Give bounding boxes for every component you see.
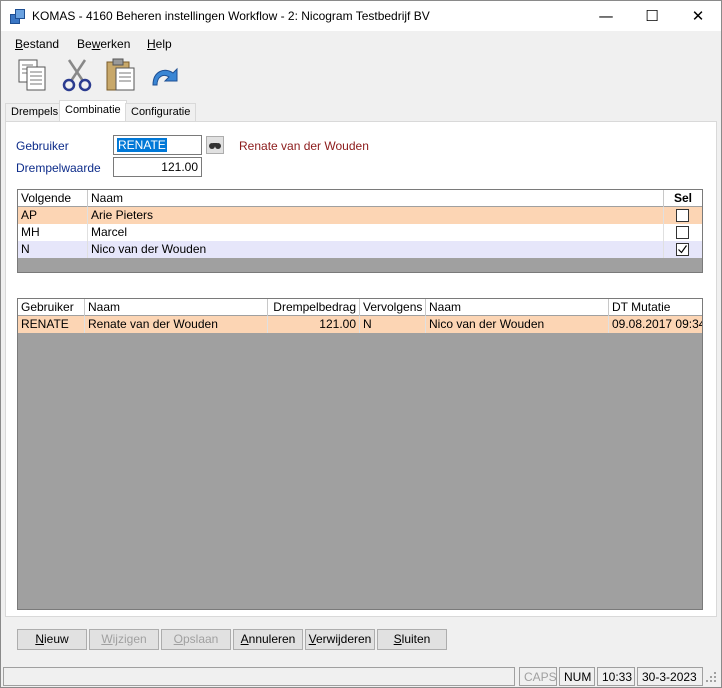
drempelwaarde-label: Drempelwaarde <box>16 161 101 175</box>
cell-naam: Renate van der Wouden <box>85 316 268 333</box>
col-drempelbedrag[interactable]: Drempelbedrag <box>268 299 360 316</box>
cut-icon[interactable] <box>59 57 95 93</box>
sel-checkbox-checked[interactable] <box>676 243 689 256</box>
gebruiker-label: Gebruiker <box>16 139 69 153</box>
undo-icon[interactable] <box>147 57 183 93</box>
cell-drempelbedrag: 121.00 <box>268 316 360 333</box>
sel-checkbox[interactable] <box>676 209 689 222</box>
wijzigen-button[interactable]: Wijzigen <box>89 629 159 650</box>
close-button[interactable]: ✕ <box>675 1 721 31</box>
table-row[interactable]: MH Marcel <box>18 224 702 241</box>
menu-help[interactable]: Help <box>147 37 172 51</box>
combinatie-grid-header: Gebruiker Naam Drempelbedrag Vervolgens … <box>18 299 702 316</box>
maximize-button[interactable]: ☐ <box>629 1 675 31</box>
table-row[interactable]: N Nico van der Wouden <box>18 241 702 258</box>
cell-code: AP <box>18 207 88 224</box>
cell-gebruiker: RENATE <box>18 316 85 333</box>
col-volgende[interactable]: Volgende <box>18 190 88 207</box>
verwijderen-button[interactable]: Verwijderen <box>305 629 375 650</box>
cell-naam: Nico van der Wouden <box>88 241 664 258</box>
status-time: 10:33 <box>597 667 635 686</box>
col-sel[interactable]: Sel <box>664 190 702 207</box>
lookup-button[interactable] <box>206 136 224 154</box>
menu-bewerken[interactable]: Bewerken <box>77 37 130 51</box>
menu-bar: Bestand Bewerken Help <box>1 33 721 53</box>
volgende-grid: Volgende Naam Sel AP Arie Pieters MH Mar… <box>17 189 703 273</box>
cell-naam: Arie Pieters <box>88 207 664 224</box>
status-caps: CAPS <box>519 667 557 686</box>
table-row[interactable]: RENATE Renate van der Wouden 121.00 N Ni… <box>18 316 702 333</box>
checkmark-icon <box>678 245 687 254</box>
volgende-grid-header: Volgende Naam Sel <box>18 190 702 207</box>
app-icon[interactable] <box>10 9 26 25</box>
table-row[interactable]: AP Arie Pieters <box>18 207 702 224</box>
cell-vervolgens: N <box>360 316 426 333</box>
title-bar: KOMAS - 4160 Beheren instellingen Workfl… <box>1 1 721 31</box>
col-vervolgens[interactable]: Vervolgens <box>360 299 426 316</box>
status-date: 30-3-2023 <box>637 667 703 686</box>
resize-grip-icon[interactable] <box>705 671 717 683</box>
gebruiker-name: Renate van der Wouden <box>239 139 369 153</box>
status-num: NUM <box>559 667 595 686</box>
nieuw-button[interactable]: Nieuw <box>17 629 87 650</box>
cell-naam: Marcel <box>88 224 664 241</box>
col-naam-2[interactable]: Naam <box>426 299 609 316</box>
status-bar: CAPS NUM 10:33 30-3-2023 <box>1 665 721 687</box>
tab-drempels[interactable]: Drempels <box>5 103 65 122</box>
binoculars-icon <box>209 143 221 149</box>
combinatie-panel: Gebruiker RENATE Renate van der Wouden D… <box>5 121 717 617</box>
toolbar <box>1 55 721 95</box>
gebruiker-input[interactable]: RENATE <box>113 135 202 155</box>
col-dt-mutatie[interactable]: DT Mutatie <box>609 299 702 316</box>
col-naam[interactable]: Naam <box>88 190 664 207</box>
cell-code: MH <box>18 224 88 241</box>
cell-code: N <box>18 241 88 258</box>
combinatie-grid: Gebruiker Naam Drempelbedrag Vervolgens … <box>17 298 703 610</box>
opslaan-button[interactable]: Opslaan <box>161 629 231 650</box>
col-gebruiker[interactable]: Gebruiker <box>18 299 85 316</box>
status-message <box>3 667 515 686</box>
annuleren-button[interactable]: Annuleren <box>233 629 303 650</box>
sel-checkbox[interactable] <box>676 226 689 239</box>
tab-combinatie[interactable]: Combinatie <box>59 100 127 122</box>
app-window: KOMAS - 4160 Beheren instellingen Workfl… <box>0 0 722 688</box>
tab-strip: Drempels Combinatie Configuratie <box>1 100 721 122</box>
paste-icon[interactable] <box>103 57 139 93</box>
tab-configuratie[interactable]: Configuratie <box>125 103 197 122</box>
button-bar: Nieuw Wijzigen Opslaan Annuleren Verwijd… <box>1 627 721 653</box>
copy-icon[interactable] <box>15 57 51 93</box>
cell-naam-2: Nico van der Wouden <box>426 316 609 333</box>
drempelwaarde-input[interactable]: 121.00 <box>113 157 202 177</box>
sluiten-button[interactable]: Sluiten <box>377 629 447 650</box>
minimize-button[interactable]: — <box>583 1 629 31</box>
col-naam[interactable]: Naam <box>85 299 268 316</box>
cell-dt-mutatie: 09.08.2017 09:34 <box>612 317 702 331</box>
menu-bestand[interactable]: Bestand <box>15 37 59 51</box>
window-title: KOMAS - 4160 Beheren instellingen Workfl… <box>32 9 430 23</box>
